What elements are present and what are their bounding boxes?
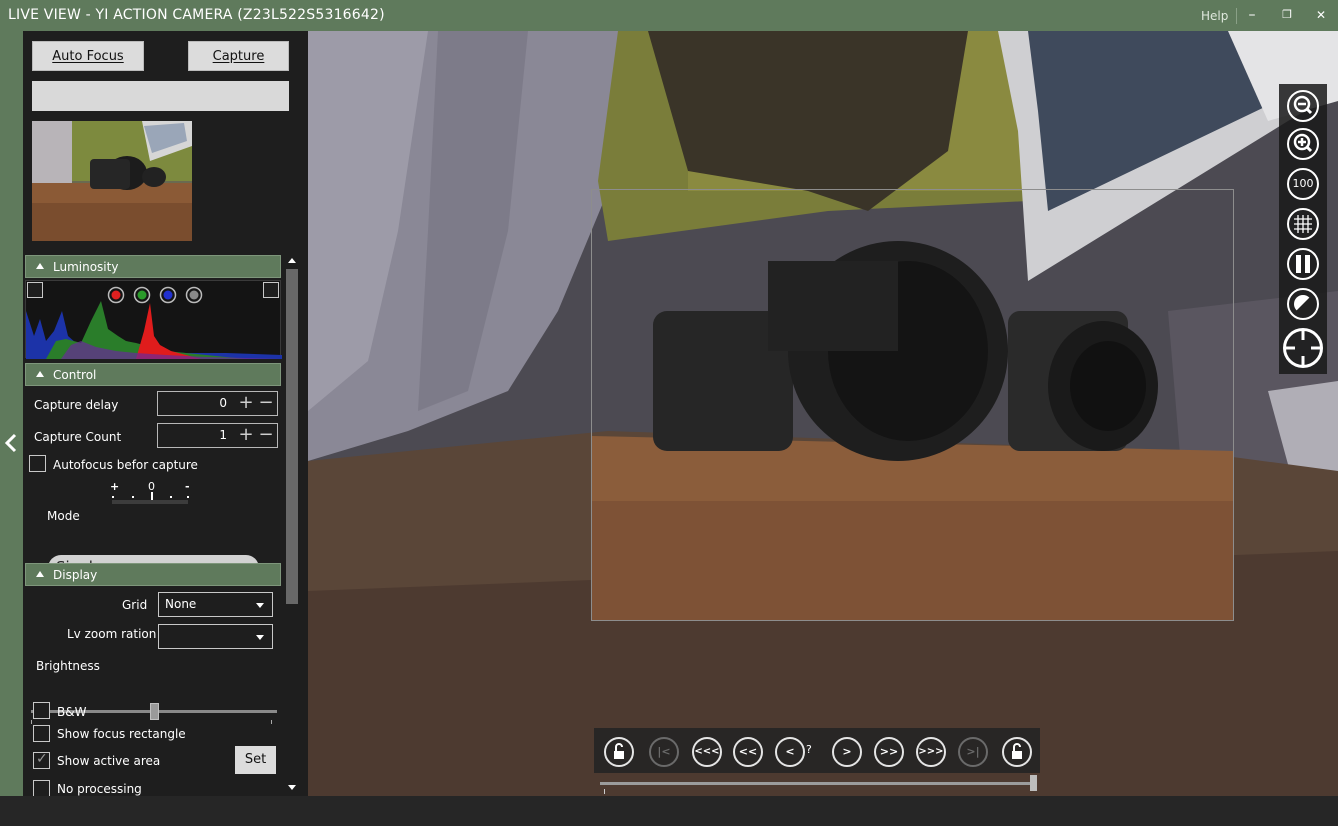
no-processing-checkbox[interactable] [33, 780, 50, 796]
focus-rectangle[interactable] [591, 189, 1234, 621]
show-focus-rectangle-label: Show focus rectangle [57, 727, 186, 741]
seek-slider-track[interactable] [600, 782, 1036, 785]
collapse-up-icon [36, 371, 44, 377]
slider-tick [271, 720, 272, 724]
luminance-channel-icon[interactable] [185, 286, 203, 304]
position-indicator: ? [806, 743, 812, 756]
focus-scale-ticks [112, 492, 189, 504]
display-title: Display [53, 568, 98, 582]
luminosity-header[interactable]: Luminosity [25, 255, 281, 278]
view-tools-panel: 100 [1279, 84, 1327, 374]
focus-step-scale[interactable]: + 0 - [110, 480, 195, 506]
captured-thumbnail[interactable] [32, 121, 192, 241]
first-button[interactable]: |< [649, 737, 679, 767]
blue-channel-icon[interactable] [159, 286, 177, 304]
seek-slider-thumb[interactable] [1030, 775, 1037, 791]
collapse-up-icon [36, 263, 44, 269]
crosshair-icon[interactable] [1283, 328, 1323, 368]
lock-left-icon[interactable] [604, 737, 634, 767]
histogram-left-checkbox[interactable] [27, 282, 43, 298]
brightness-label: Brightness [36, 659, 100, 673]
zoom-in-icon[interactable] [1287, 128, 1319, 160]
zoom-100-button[interactable]: 100 [1287, 168, 1319, 200]
set-button[interactable]: Set [235, 746, 276, 774]
control-header[interactable]: Control [25, 363, 281, 386]
capture-count-value: 1 [219, 428, 227, 442]
show-active-area-label: Show active area [57, 754, 161, 768]
brightness-slider-thumb[interactable] [150, 703, 159, 720]
scroll-down-icon[interactable] [288, 785, 296, 790]
grid-select[interactable]: None [158, 592, 273, 617]
channel-toggle-group [107, 286, 203, 304]
side-panel: Auto Focus Capture Luminosity Control Ca… [23, 31, 308, 796]
capture-button[interactable]: Capture [188, 41, 289, 71]
bw-label: B&W [57, 705, 87, 719]
settings-scroll-area: Luminosity Control Capture delay 0 + − C… [25, 255, 283, 796]
slider-tick [31, 720, 32, 724]
chevron-down-icon [256, 603, 264, 608]
panel-collapse-strip [0, 31, 23, 796]
minimize-button[interactable]: – [1239, 4, 1265, 26]
forward-medium-button[interactable]: >> [874, 737, 904, 767]
back-button[interactable]: < [775, 737, 805, 767]
back-fast-button[interactable]: <<< [692, 737, 722, 767]
chevron-down-icon [256, 635, 264, 640]
show-focus-rectangle-checkbox[interactable] [33, 725, 50, 742]
zoom-out-icon[interactable] [1287, 90, 1319, 122]
forward-button[interactable]: > [832, 737, 862, 767]
capture-delay-label: Capture delay [34, 398, 119, 412]
lv-zoom-label: Lv zoom ration [67, 627, 157, 641]
histogram-right-checkbox[interactable] [263, 282, 279, 298]
plus-icon[interactable]: + [238, 394, 254, 412]
scrollbar-thumb[interactable] [286, 269, 298, 604]
capture-delay-stepper[interactable]: 0 + − [157, 391, 278, 416]
autofocus-button-label: Auto Focus [52, 49, 124, 64]
mode-label: Mode [47, 509, 80, 523]
control-title: Control [53, 368, 97, 382]
minus-icon[interactable]: − [258, 426, 274, 444]
panel-scrollbar[interactable] [285, 255, 299, 796]
capture-count-label: Capture Count [34, 430, 122, 444]
close-button[interactable]: ✕ [1308, 4, 1334, 26]
capture-count-stepper[interactable]: 1 + − [157, 423, 278, 448]
status-bar [0, 796, 1338, 826]
title-separator [1236, 8, 1237, 24]
help-link[interactable]: Help [1201, 9, 1228, 23]
capture-button-label: Capture [212, 49, 265, 64]
green-channel-icon[interactable] [133, 286, 151, 304]
seek-slider-tick [604, 789, 605, 794]
no-processing-label: No processing [57, 782, 142, 796]
luminosity-title: Luminosity [53, 260, 119, 274]
minus-icon[interactable]: − [258, 394, 274, 412]
display-header[interactable]: Display [25, 563, 281, 586]
capture-delay-value: 0 [219, 396, 227, 410]
pause-icon[interactable] [1287, 248, 1319, 280]
contrast-icon[interactable] [1287, 288, 1319, 320]
maximize-button[interactable]: ❐ [1274, 4, 1300, 26]
lv-zoom-select[interactable] [158, 624, 273, 649]
chevron-left-icon[interactable] [3, 433, 19, 453]
back-medium-button[interactable]: << [733, 737, 763, 767]
status-box [32, 81, 289, 111]
live-view-area[interactable]: 100 |< <<< << < ? > >> >>> >| [308, 31, 1338, 796]
grid-value: None [165, 597, 197, 611]
autofocus-before-capture-checkbox[interactable] [29, 455, 46, 472]
navigation-bar: |< <<< << < ? > >> >>> >| [594, 728, 1040, 773]
plus-icon[interactable]: + [238, 426, 254, 444]
red-channel-icon[interactable] [107, 286, 125, 304]
show-active-area-checkbox[interactable] [33, 751, 50, 769]
forward-fast-button[interactable]: >>> [916, 737, 946, 767]
last-button[interactable]: >| [958, 737, 988, 767]
bw-checkbox[interactable] [33, 702, 50, 719]
grid-label: Grid [122, 598, 148, 612]
title-bar: LIVE VIEW - YI ACTION CAMERA (Z23L522S53… [0, 0, 1338, 31]
histogram [25, 280, 282, 359]
window-title: LIVE VIEW - YI ACTION CAMERA (Z23L522S53… [8, 7, 385, 23]
scroll-up-icon[interactable] [288, 258, 296, 263]
grid-icon[interactable] [1287, 208, 1319, 240]
collapse-up-icon [36, 571, 44, 577]
autofocus-button[interactable]: Auto Focus [32, 41, 144, 71]
lock-right-icon[interactable] [1002, 737, 1032, 767]
autofocus-before-capture-label: Autofocus befor capture [53, 458, 198, 472]
